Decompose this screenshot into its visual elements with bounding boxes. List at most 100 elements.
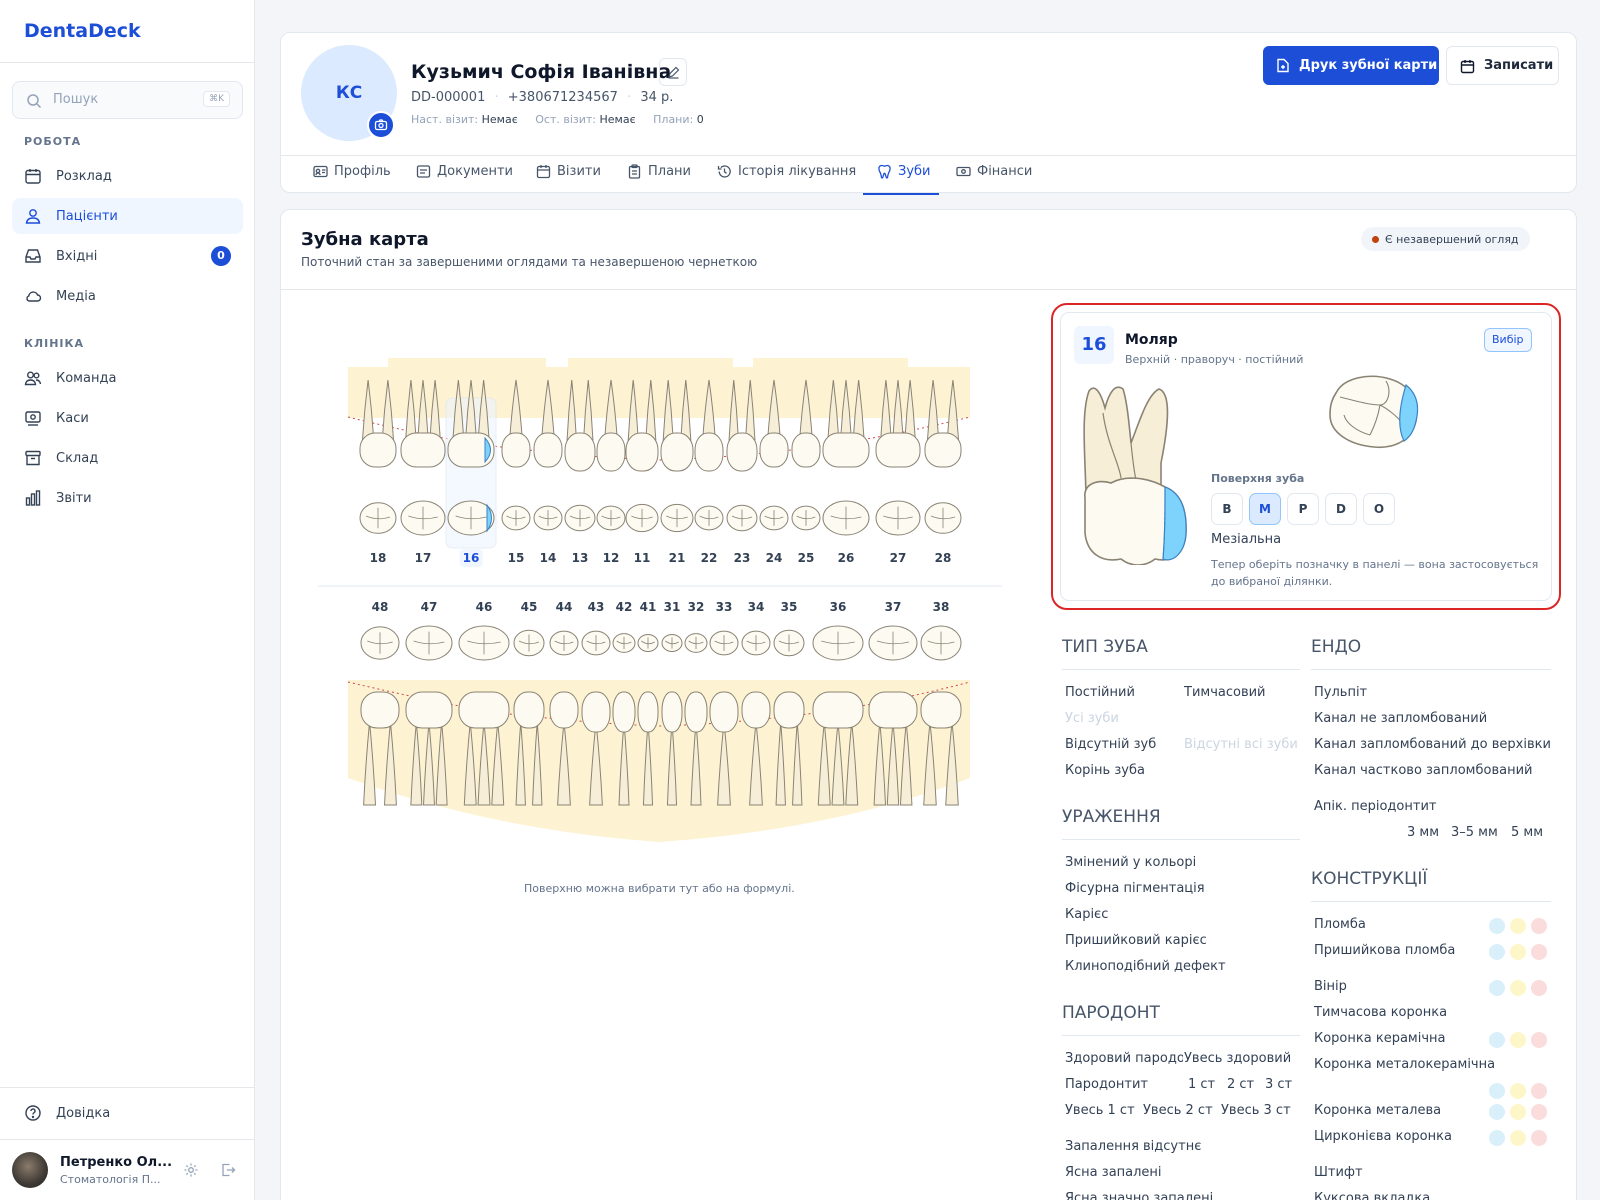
change-photo-button[interactable] xyxy=(367,111,395,139)
tooth-number-33[interactable]: 33 xyxy=(716,600,733,614)
tab-treatment-history[interactable]: Історія лікування xyxy=(717,164,856,179)
color-dot[interactable] xyxy=(1510,1032,1526,1048)
mark-5mm[interactable]: 5 мм xyxy=(1511,825,1543,840)
color-dot[interactable] xyxy=(1489,944,1505,960)
tab-teeth[interactable]: Зуби xyxy=(877,164,931,179)
tooth-number-44[interactable]: 44 xyxy=(556,600,573,614)
tooth-number-36[interactable]: 36 xyxy=(830,600,847,614)
tooth-number-35[interactable]: 35 xyxy=(781,600,798,614)
sidebar-item-help[interactable]: Довідка xyxy=(12,1095,243,1131)
surface-o-button[interactable]: O xyxy=(1363,493,1395,525)
tooth-number-12[interactable]: 12 xyxy=(603,551,620,565)
mark-permanent[interactable]: Постійний xyxy=(1065,685,1135,700)
tooth-occlusal-17[interactable] xyxy=(400,500,446,536)
tooth-occlusal-31[interactable] xyxy=(661,634,683,652)
mark-discolored[interactable]: Змінений у кольорі xyxy=(1065,855,1196,870)
color-dot[interactable] xyxy=(1489,1083,1505,1099)
mark-pulpitis[interactable]: Пульпіт xyxy=(1314,685,1367,700)
mark-3mm[interactable]: 3 мм xyxy=(1407,825,1439,840)
tab-plans[interactable]: Плани xyxy=(627,164,691,179)
tooth-occlusal-48[interactable] xyxy=(360,626,400,660)
color-dot[interactable] xyxy=(1489,980,1505,996)
mark-temporary[interactable]: Тимчасовий xyxy=(1184,685,1266,700)
tooth-occlusal-38[interactable] xyxy=(920,625,962,661)
tooth-occlusal-18[interactable] xyxy=(359,502,397,534)
tooth-occlusal-46[interactable] xyxy=(458,625,510,661)
tooth-occlusal-16[interactable] xyxy=(447,500,495,536)
tooth-number-16[interactable]: 16 xyxy=(459,549,483,567)
tooth-number-34[interactable]: 34 xyxy=(748,600,765,614)
surface-d-button[interactable]: D xyxy=(1325,493,1357,525)
mark-3-5mm[interactable]: 3–5 мм xyxy=(1451,825,1498,840)
tooth-number-17[interactable]: 17 xyxy=(415,551,432,565)
sidebar-item-stock[interactable]: Склад xyxy=(12,440,243,476)
edit-patient-button[interactable] xyxy=(659,58,687,86)
tooth-number-23[interactable]: 23 xyxy=(734,551,751,565)
tooth-occlusal-42[interactable] xyxy=(612,633,636,653)
color-dot[interactable] xyxy=(1489,918,1505,934)
tooth-number-43[interactable]: 43 xyxy=(588,600,605,614)
tooth-number-11[interactable]: 11 xyxy=(634,551,651,565)
sidebar-item-team[interactable]: Команда xyxy=(12,360,243,396)
mark-post[interactable]: Штифт xyxy=(1314,1165,1363,1180)
sidebar-item-inbox[interactable]: Вхідні 0 xyxy=(12,238,243,274)
tab-profile[interactable]: Профіль xyxy=(313,164,391,179)
color-dot[interactable] xyxy=(1531,1083,1547,1099)
tooth-number-42[interactable]: 42 xyxy=(616,600,633,614)
tooth-number-48[interactable]: 48 xyxy=(372,600,389,614)
color-dot[interactable] xyxy=(1510,1083,1526,1099)
mark-all-teeth[interactable]: Усі зуби xyxy=(1065,711,1119,726)
tooth-occlusal-37[interactable] xyxy=(868,625,918,661)
tooth-occlusal-12[interactable] xyxy=(596,505,626,531)
mark-all-healthy[interactable]: Увесь здоровий xyxy=(1184,1051,1291,1066)
tooth-occlusal-28[interactable] xyxy=(924,502,962,534)
mark-fissure-pigmentation[interactable]: Фісурна пігментація xyxy=(1065,881,1205,896)
tooth-occlusal-35[interactable] xyxy=(773,629,805,657)
mark-stage-3[interactable]: 3 ст xyxy=(1265,1077,1292,1092)
tooth-occlusal-34[interactable] xyxy=(741,630,771,656)
color-dot[interactable] xyxy=(1531,1032,1547,1048)
surface-m-button[interactable]: M xyxy=(1249,493,1281,525)
color-dot[interactable] xyxy=(1531,980,1547,996)
tab-visits[interactable]: Візити xyxy=(536,164,601,179)
tooth-occlusal-21[interactable] xyxy=(660,503,694,533)
tooth-number-41[interactable]: 41 xyxy=(640,600,657,614)
print-dental-chart-button[interactable]: Друк зубної карти xyxy=(1263,46,1439,85)
tooth-occlusal-33[interactable] xyxy=(709,630,739,656)
mark-cervical-caries[interactable]: Пришийковий карієс xyxy=(1065,933,1207,948)
tooth-number-28[interactable]: 28 xyxy=(935,551,952,565)
book-appointment-button[interactable]: Записати xyxy=(1446,46,1559,85)
tab-documents[interactable]: Документи xyxy=(416,164,513,179)
avatar[interactable] xyxy=(12,1152,48,1188)
mark-canal-filled-apex[interactable]: Канал запломбований до верхівки xyxy=(1314,737,1552,752)
tooth-number-38[interactable]: 38 xyxy=(933,600,950,614)
tooth-number-15[interactable]: 15 xyxy=(508,551,525,565)
color-dot[interactable] xyxy=(1510,944,1526,960)
mark-gums-inflamed[interactable]: Ясна запалені xyxy=(1065,1165,1162,1180)
mark-cervical-filling[interactable]: Пришийкова пломба xyxy=(1314,943,1455,958)
sidebar-item-patients[interactable]: Пацієнти xyxy=(12,198,243,234)
color-dot[interactable] xyxy=(1531,944,1547,960)
tooth-occlusal-27[interactable] xyxy=(875,500,921,536)
tooth-number-14[interactable]: 14 xyxy=(540,551,557,565)
sidebar-item-media[interactable]: Медіа xyxy=(12,278,243,314)
tooth-occlusal-32[interactable] xyxy=(684,633,708,653)
tooth-occlusal-13[interactable] xyxy=(564,504,596,532)
tooth-number-26[interactable]: 26 xyxy=(838,551,855,565)
gear-icon[interactable] xyxy=(183,1162,199,1178)
patient-phone[interactable]: +380671234567 xyxy=(508,90,618,105)
tooth-number-22[interactable]: 22 xyxy=(701,551,718,565)
app-logo[interactable]: DentaDeck xyxy=(24,20,141,42)
color-dot[interactable] xyxy=(1510,1130,1526,1146)
tooth-occlusal-41[interactable] xyxy=(637,634,659,652)
mark-canal-unfilled[interactable]: Канал не запломбований xyxy=(1314,711,1487,726)
mark-metal-crown[interactable]: Коронка металева xyxy=(1314,1103,1441,1118)
sidebar-item-cash[interactable]: Каси xyxy=(12,400,243,436)
mark-zirconia-crown[interactable]: Цирконієва коронка xyxy=(1314,1129,1452,1144)
mark-all-stage-3[interactable]: Увесь 3 ст xyxy=(1221,1103,1291,1118)
tooth-number-13[interactable]: 13 xyxy=(572,551,589,565)
mark-all-stage-1[interactable]: Увесь 1 ст xyxy=(1065,1103,1135,1118)
tooth-number-27[interactable]: 27 xyxy=(890,551,907,565)
tooth-occlusal-11[interactable] xyxy=(625,503,659,533)
tab-finance[interactable]: Фінанси xyxy=(956,164,1032,179)
